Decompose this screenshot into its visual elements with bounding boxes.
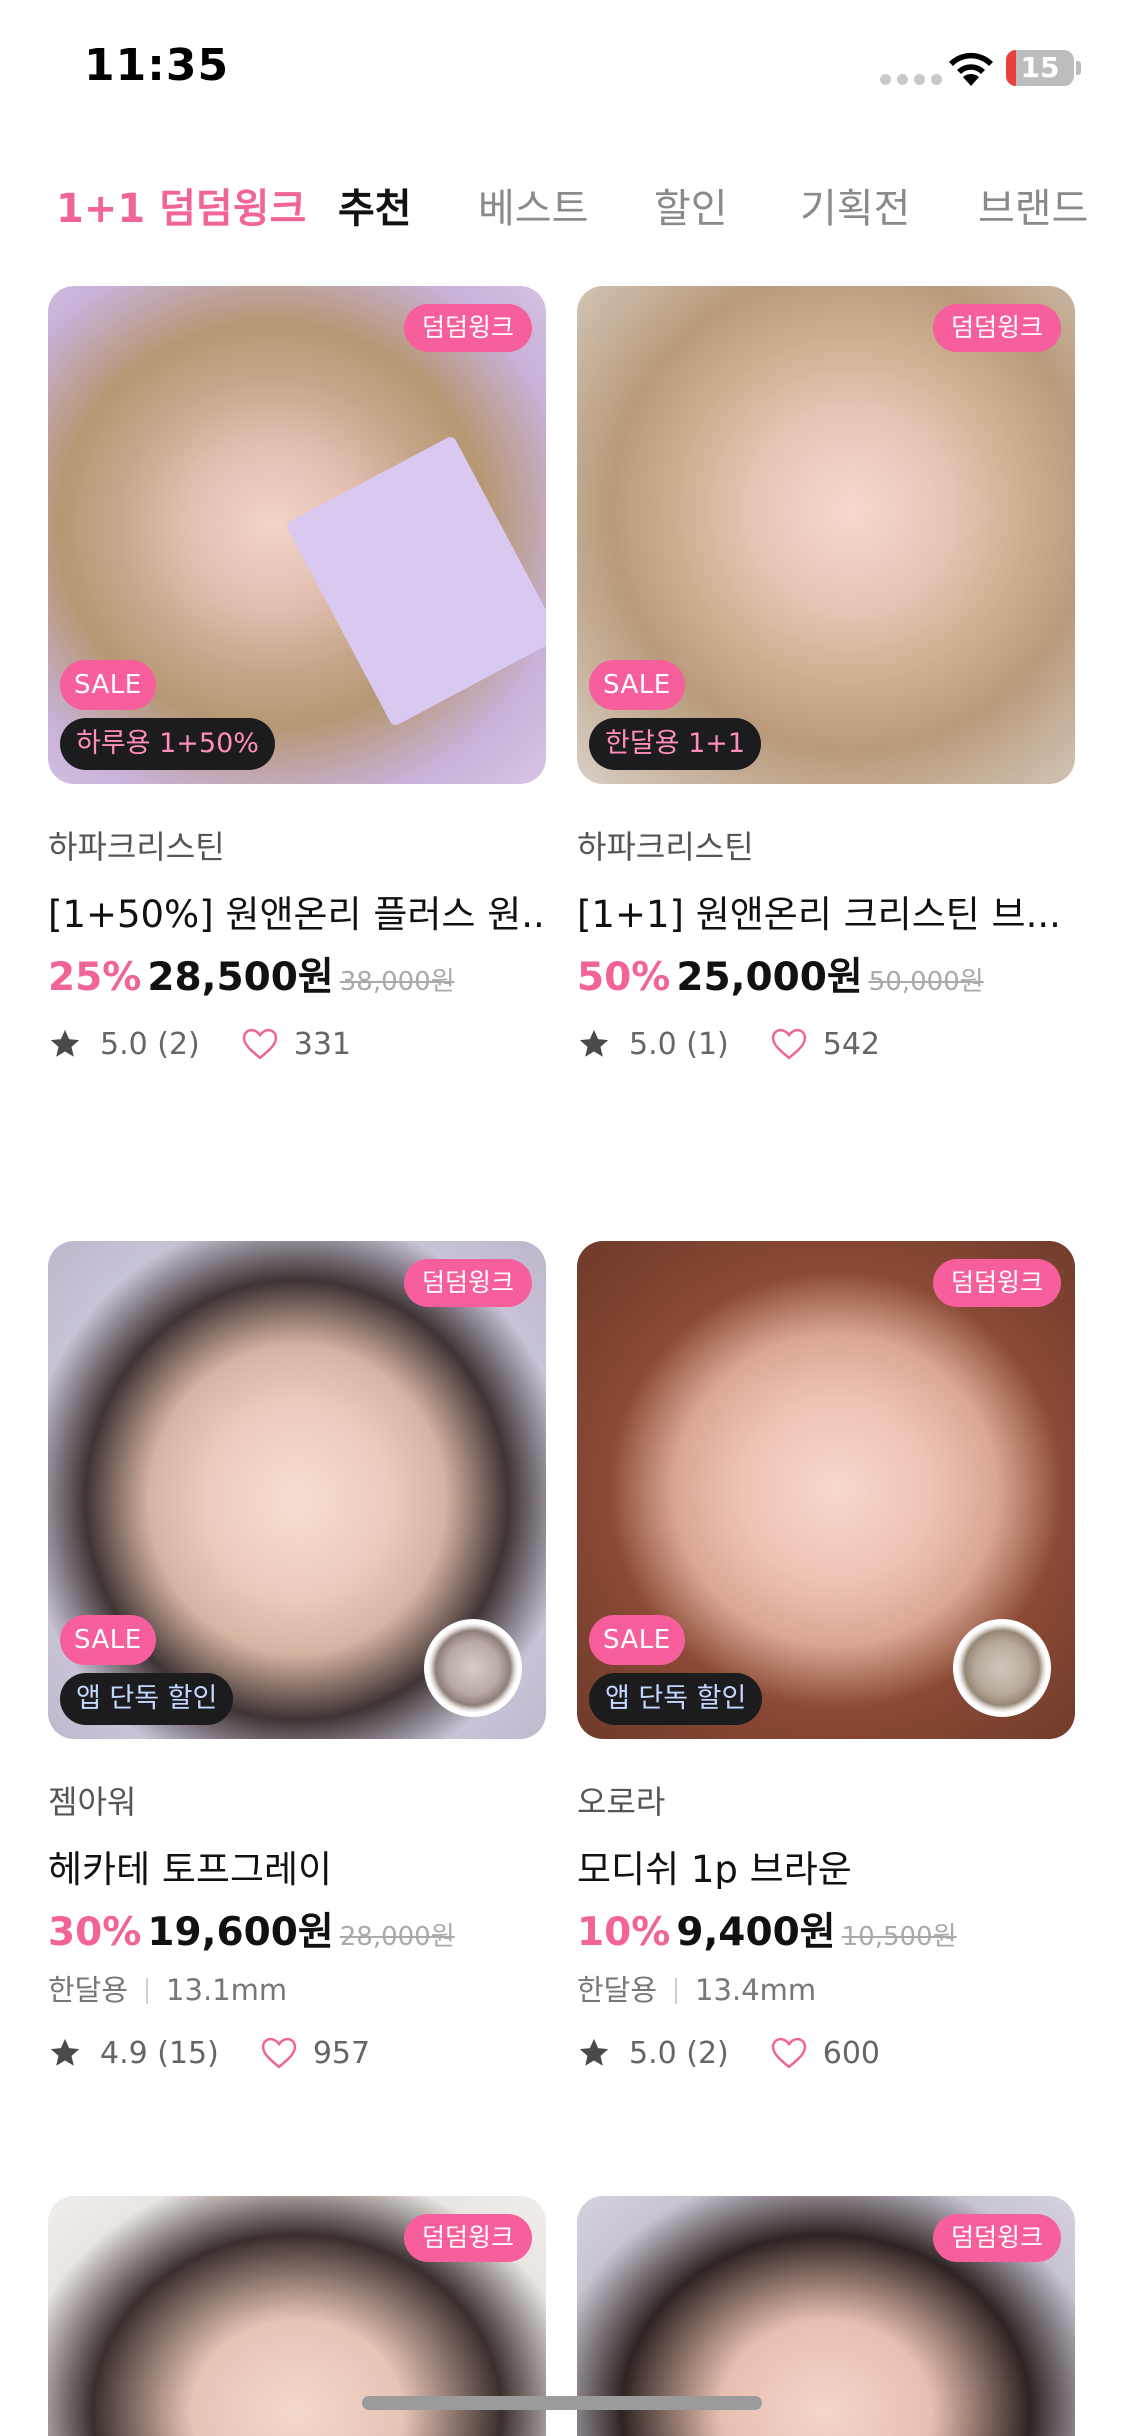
rating-value: 4.9 (15) bbox=[100, 2035, 219, 2071]
sale-price: 9,400원 bbox=[676, 1910, 836, 1955]
cellular-signal-icon bbox=[880, 74, 942, 85]
product-card[interactable]: 덤덤윙크 SALE 앱 단독 할인 젬아워 헤카테 토프그레이 30% 19,60… bbox=[48, 1241, 546, 2075]
battery-icon: 15 bbox=[1006, 50, 1074, 86]
discount-rate: 25% bbox=[48, 955, 142, 1000]
spec-divider bbox=[675, 1978, 678, 2004]
rating-row: 5.0 (1) 542 bbox=[577, 1022, 1075, 1066]
rating-row: 5.0 (2) 331 bbox=[48, 1022, 546, 1066]
original-price: 10,500원 bbox=[841, 1922, 957, 1952]
price-row: 10% 9,400원 10,500원 bbox=[577, 1901, 1075, 1957]
star-icon bbox=[579, 1029, 609, 1057]
spec-row: 한달용 13.1mm bbox=[48, 1967, 546, 2011]
price-row: 25% 28,500원 38,000원 bbox=[48, 946, 546, 1002]
rating-row: 4.9 (15) 957 bbox=[48, 2031, 546, 2075]
rating-value: 5.0 (1) bbox=[629, 1026, 729, 1062]
sale-price: 28,500원 bbox=[147, 955, 334, 1000]
star-icon bbox=[50, 2038, 80, 2066]
tab-recommended[interactable]: 추천 bbox=[338, 176, 412, 234]
heart-outline-icon[interactable] bbox=[261, 2036, 297, 2070]
rating-value: 5.0 (2) bbox=[100, 1026, 200, 1062]
tab-promo-1plus1[interactable]: 1+1 덤덤윙크 bbox=[56, 176, 306, 234]
status-bar: 11:35 15 bbox=[0, 0, 1125, 140]
heart-outline-icon[interactable] bbox=[771, 1027, 807, 1061]
tab-sale[interactable]: 할인 bbox=[654, 176, 728, 234]
sale-badge: SALE bbox=[589, 1615, 685, 1665]
status-time: 11:35 bbox=[84, 40, 230, 91]
star-icon bbox=[50, 1029, 80, 1057]
lens-swatch-icon bbox=[953, 1619, 1051, 1717]
like-count: 542 bbox=[822, 1026, 881, 1062]
discount-rate: 50% bbox=[577, 955, 671, 1000]
sale-price: 19,600원 bbox=[147, 1910, 334, 1955]
like-count: 957 bbox=[312, 2035, 371, 2071]
product-card[interactable]: 덤덤윙크 SALE 한달용 1+1 하파크리스틴 [1+1] 원앤온리 크리스틴… bbox=[577, 286, 1075, 1066]
lens-diameter: 13.1mm bbox=[166, 1973, 288, 2007]
price-row: 50% 25,000원 50,000원 bbox=[577, 946, 1075, 1002]
product-title[interactable]: 헤카테 토프그레이 bbox=[48, 1839, 546, 1889]
battery-cap bbox=[1076, 61, 1081, 75]
original-price: 50,000원 bbox=[868, 967, 984, 997]
original-price: 28,000원 bbox=[339, 1922, 455, 1952]
wifi-icon bbox=[949, 52, 993, 86]
sale-badge: SALE bbox=[589, 660, 685, 710]
spec-divider bbox=[146, 1978, 149, 2004]
deal-badge: 한달용 1+1 bbox=[589, 718, 762, 770]
shop-name: 젬아워 bbox=[48, 1783, 137, 1821]
brand-badge: 덤덤윙크 bbox=[403, 1259, 532, 1307]
battery-percent: 15 bbox=[1020, 51, 1060, 84]
discount-rate: 30% bbox=[48, 1910, 142, 1955]
shop-name: 하파크리스틴 bbox=[48, 828, 225, 866]
tab-brand[interactable]: 브랜드 bbox=[978, 176, 1088, 234]
sale-badge: SALE bbox=[60, 1615, 156, 1665]
product-image[interactable]: 덤덤윙크 SALE 앱 단독 할인 bbox=[48, 1241, 546, 1739]
spec-row: 한달용 13.4mm bbox=[577, 1967, 1075, 2011]
tab-best[interactable]: 베스트 bbox=[478, 176, 588, 234]
deal-badge: 앱 단독 할인 bbox=[589, 1673, 763, 1725]
deal-badge: 하루용 1+50% bbox=[60, 718, 275, 770]
category-tabs: 1+1 덤덤윙크 추천 베스트 할인 기획전 브랜드 bbox=[0, 168, 1125, 238]
product-title[interactable]: [1+1] 원앤온리 크리스틴 브... bbox=[577, 884, 1075, 934]
tab-exhibition[interactable]: 기획전 bbox=[800, 176, 910, 234]
like-count: 331 bbox=[293, 1026, 352, 1062]
product-title[interactable]: 모디쉬 1p 브라운 bbox=[577, 1839, 1075, 1889]
price-row: 30% 19,600원 28,000원 bbox=[48, 1901, 546, 1957]
brand-badge: 덤덤윙크 bbox=[932, 304, 1061, 352]
lens-diameter: 13.4mm bbox=[695, 1973, 817, 2007]
product-title[interactable]: [1+50%] 원앤온리 플러스 원... bbox=[48, 884, 546, 934]
heart-outline-icon[interactable] bbox=[242, 1027, 278, 1061]
product-image[interactable]: 덤덤윙크 SALE 하루용 1+50% bbox=[48, 286, 546, 784]
product-card[interactable]: 덤덤윙크 SALE 앱 단독 할인 오로라 모디쉬 1p 브라운 10% 9,40… bbox=[577, 1241, 1075, 2075]
star-icon bbox=[579, 2038, 609, 2066]
discount-rate: 10% bbox=[577, 1910, 671, 1955]
brand-badge: 덤덤윙크 bbox=[403, 2214, 532, 2262]
product-image[interactable]: 덤덤윙크 SALE 앱 단독 할인 bbox=[577, 1241, 1075, 1739]
sale-badge: SALE bbox=[60, 660, 156, 710]
product-image[interactable]: 덤덤윙크 SALE 한달용 1+1 bbox=[577, 286, 1075, 784]
lens-swatch-icon bbox=[424, 1619, 522, 1717]
wear-period: 한달용 bbox=[48, 1973, 129, 2007]
wear-period: 한달용 bbox=[577, 1973, 658, 2007]
product-card[interactable]: 덤덤윙크 SALE 하루용 1+50% 하파크리스틴 [1+50%] 원앤온리 … bbox=[48, 286, 546, 1066]
shop-name: 하파크리스틴 bbox=[577, 828, 754, 866]
brand-badge: 덤덤윙크 bbox=[403, 304, 532, 352]
rating-row: 5.0 (2) 600 bbox=[577, 2031, 1075, 2075]
sale-price: 25,000원 bbox=[676, 955, 863, 1000]
deal-badge: 앱 단독 할인 bbox=[60, 1673, 234, 1725]
rating-value: 5.0 (2) bbox=[629, 2035, 729, 2071]
brand-badge: 덤덤윙크 bbox=[932, 1259, 1061, 1307]
like-count: 600 bbox=[822, 2035, 881, 2071]
brand-badge: 덤덤윙크 bbox=[932, 2214, 1061, 2262]
home-indicator[interactable] bbox=[362, 2396, 762, 2410]
shop-name: 오로라 bbox=[577, 1783, 666, 1821]
original-price: 38,000원 bbox=[339, 967, 455, 997]
heart-outline-icon[interactable] bbox=[771, 2036, 807, 2070]
